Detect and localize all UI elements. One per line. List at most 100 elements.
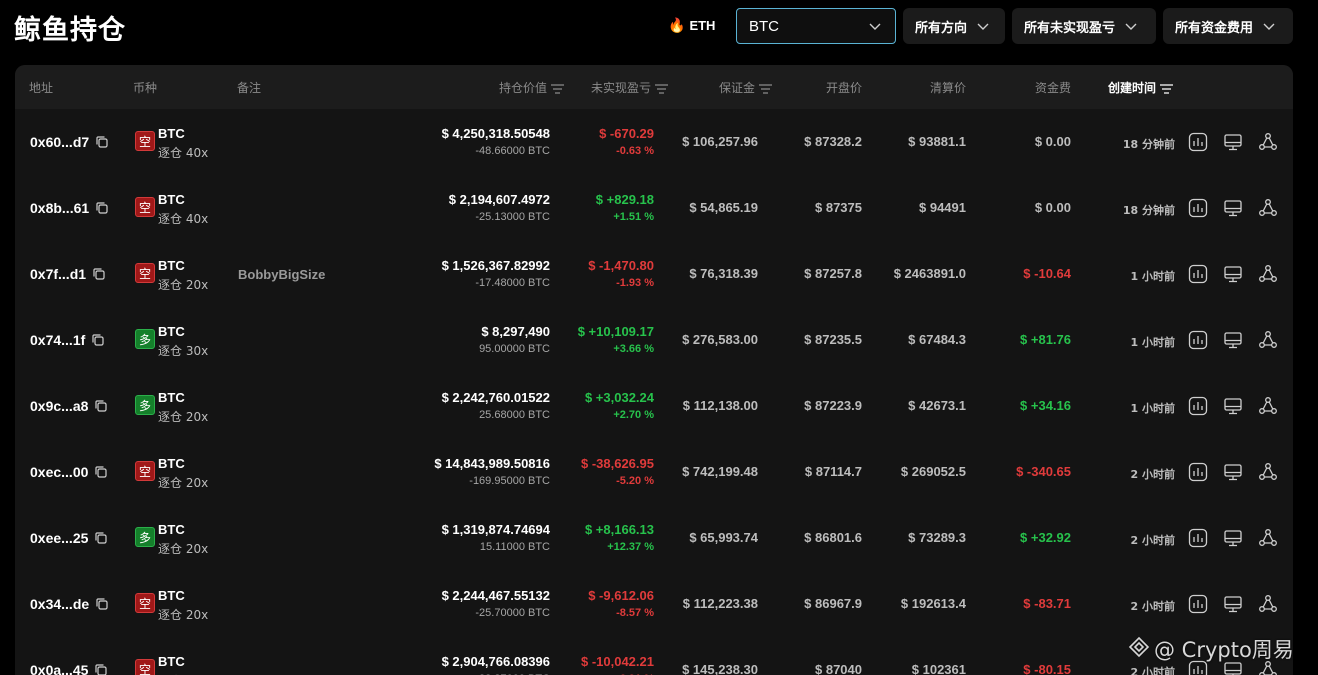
copy-icon[interactable] [91, 333, 105, 347]
unrealized-pnl-pct: +12.37 % [607, 541, 654, 553]
address-cell[interactable]: 0x60...d7 [30, 134, 109, 150]
col-pnl[interactable]: 未实现盈亏 [591, 79, 668, 96]
address-cell[interactable]: 0x7f...d1 [30, 266, 106, 282]
unrealized-pnl: $ +829.18 [595, 192, 654, 207]
direction-filter[interactable]: 所有方向 [903, 8, 1005, 44]
table-row[interactable]: 0x0a...45 空 BTC 逐仓 20x $ 2,904,766.08396… [15, 637, 1293, 675]
copy-icon[interactable] [95, 201, 109, 215]
side-badge: 空 [135, 263, 155, 283]
created-time: 18 分钟前 [1122, 204, 1175, 217]
address-cell[interactable]: 0x9c...a8 [30, 398, 108, 414]
monitor-icon[interactable] [1222, 263, 1244, 285]
chart-icon[interactable] [1187, 593, 1209, 615]
address-cell[interactable]: 0x34...de [30, 596, 109, 612]
side-badge: 空 [135, 659, 155, 675]
unrealized-pnl-pct: -1.93 % [616, 277, 654, 289]
pnl-filter-label: 所有未实现盈亏 [1024, 20, 1116, 36]
address-text: 0x9c...a8 [30, 398, 89, 414]
table-row[interactable]: 0xec...00 空 BTC 逐仓 20x $ 14,843,989.5081… [15, 439, 1293, 505]
chevron-down-icon [1263, 20, 1275, 32]
col-time[interactable]: 创建时间 [1108, 79, 1174, 96]
leverage-label: 逐仓 30x [158, 344, 209, 358]
sort-icon [1160, 83, 1174, 94]
col-margin[interactable]: 保证金 [719, 79, 772, 96]
col-open: 开盘价 [825, 81, 862, 95]
table-row[interactable]: 0x34...de 空 BTC 逐仓 20x $ 2,244,467.55132… [15, 571, 1293, 637]
monitor-icon[interactable] [1222, 329, 1244, 351]
position-value: $ 2,242,760.01522 [441, 390, 550, 405]
address-text: 0xec...00 [30, 464, 89, 480]
chart-icon[interactable] [1187, 263, 1209, 285]
table-row[interactable]: 0x74...1f 多 BTC 逐仓 30x $ 8,297,490 95.00… [15, 307, 1293, 373]
table-row[interactable]: 0x8b...61 空 BTC 逐仓 40x $ 2,194,607.4972 … [15, 175, 1293, 241]
table-row[interactable]: 0xee...25 多 BTC 逐仓 20x $ 1,319,874.74694… [15, 505, 1293, 571]
network-icon[interactable] [1257, 131, 1279, 153]
chart-icon[interactable] [1187, 395, 1209, 417]
margin-value: $ 145,238.30 [682, 662, 758, 675]
hot-coin-tag[interactable]: 🔥 ETH [668, 17, 715, 34]
chart-icon[interactable] [1187, 527, 1209, 549]
funding-fee: $ -340.65 [1016, 464, 1071, 479]
monitor-icon[interactable] [1222, 461, 1244, 483]
unrealized-pnl: $ +10,109.17 [577, 324, 654, 339]
hot-coin-label: ETH [689, 18, 716, 33]
address-cell[interactable]: 0x0a...45 [30, 662, 108, 675]
copy-icon[interactable] [94, 663, 108, 675]
position-value: $ 1,319,874.74694 [441, 522, 550, 537]
monitor-icon[interactable] [1222, 527, 1244, 549]
copy-icon[interactable] [94, 465, 108, 479]
table-header: 地址 币种 备注 持仓价值 未实现盈亏 保证金 开盘价 清算价 资金费 创建时间 [15, 65, 1293, 109]
monitor-icon[interactable] [1222, 131, 1244, 153]
address-cell[interactable]: 0xee...25 [30, 530, 108, 546]
coin-name: BTC [158, 390, 185, 405]
network-icon[interactable] [1257, 197, 1279, 219]
copy-icon[interactable] [95, 597, 109, 611]
network-icon[interactable] [1257, 263, 1279, 285]
chart-icon[interactable] [1187, 329, 1209, 351]
unrealized-pnl-pct: -0.63 % [616, 145, 654, 157]
copy-icon[interactable] [92, 267, 106, 281]
sort-icon [551, 83, 564, 94]
col-value[interactable]: 持仓价值 [499, 79, 564, 96]
monitor-icon[interactable] [1222, 197, 1244, 219]
flame-icon: 🔥 [668, 17, 686, 33]
side-badge: 空 [135, 131, 155, 151]
address-text: 0x60...d7 [30, 134, 90, 150]
copy-icon[interactable] [94, 399, 108, 413]
coin-select[interactable]: BTC [736, 8, 896, 44]
open-price: $ 87114.7 [804, 464, 862, 479]
coin-name: BTC [158, 258, 185, 273]
col-pnl-label: 未实现盈亏 [590, 81, 651, 95]
table-row[interactable]: 0x7f...d1 空 BTC 逐仓 20x BobbyBigSize $ 1,… [15, 241, 1293, 307]
unrealized-pnl: $ -10,042.21 [580, 654, 654, 669]
chart-icon[interactable] [1187, 197, 1209, 219]
copy-icon[interactable] [94, 531, 108, 545]
monitor-icon[interactable] [1222, 395, 1244, 417]
address-cell[interactable]: 0x8b...61 [30, 200, 109, 216]
pnl-filter[interactable]: 所有未实现盈亏 [1012, 8, 1156, 44]
margin-value: $ 112,138.00 [682, 398, 758, 413]
monitor-icon[interactable] [1222, 593, 1244, 615]
table-row[interactable]: 0x60...d7 空 BTC 逐仓 40x $ 4,250,318.50548… [15, 109, 1293, 175]
open-price: $ 86801.6 [804, 530, 862, 545]
col-coin: 币种 [133, 81, 158, 95]
address-cell[interactable]: 0xec...00 [30, 464, 108, 480]
network-icon[interactable] [1257, 593, 1279, 615]
unrealized-pnl: $ -1,470.80 [588, 258, 654, 273]
funding-fee: $ -83.71 [1023, 596, 1071, 611]
leverage-label: 逐仓 20x [158, 608, 209, 622]
network-icon[interactable] [1257, 329, 1279, 351]
address-cell[interactable]: 0x74...1f [30, 332, 105, 348]
network-icon[interactable] [1257, 395, 1279, 417]
funding-fee: $ +81.76 [1020, 332, 1071, 347]
open-price: $ 87375 [815, 200, 862, 215]
copy-icon[interactable] [95, 135, 109, 149]
table-row[interactable]: 0x9c...a8 多 BTC 逐仓 20x $ 2,242,760.01522… [15, 373, 1293, 439]
network-icon[interactable] [1257, 461, 1279, 483]
funding-filter[interactable]: 所有资金费用 [1163, 8, 1293, 44]
chart-icon[interactable] [1187, 461, 1209, 483]
funding-filter-label: 所有资金费用 [1175, 20, 1254, 36]
address-text: 0x7f...d1 [30, 266, 87, 282]
network-icon[interactable] [1257, 527, 1279, 549]
chart-icon[interactable] [1187, 131, 1209, 153]
